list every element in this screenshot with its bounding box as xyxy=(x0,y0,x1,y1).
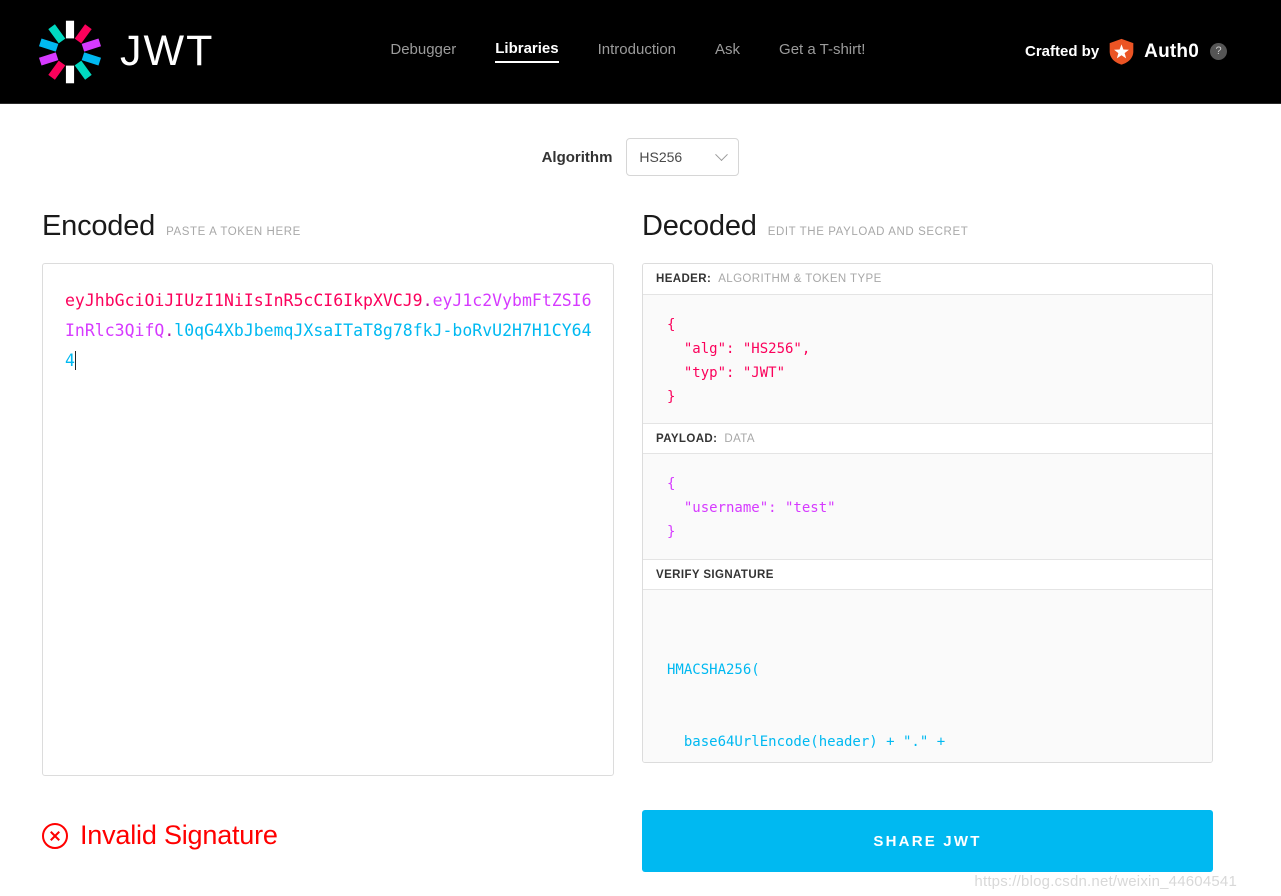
signature-verification-area: HMACSHA256( base64UrlEncode(header) + ".… xyxy=(643,590,1212,762)
nav-item-get-a-t-shirt[interactable]: Get a T-shirt! xyxy=(779,41,865,62)
watermark: https://blog.csdn.net/weixin_44604541 xyxy=(974,873,1237,890)
encoded-token-textarea[interactable]: eyJhbGciOiJIUzI1NiIsInR5cCI6IkpXVCJ9.eyJ… xyxy=(42,263,614,776)
algorithm-selected-value: HS256 xyxy=(639,149,683,165)
auth0-wordmark: Auth0 xyxy=(1144,40,1199,62)
jwt-token-text[interactable]: eyJhbGciOiJIUzI1NiIsInR5cCI6IkpXVCJ9.eyJ… xyxy=(65,286,593,376)
nav-item-introduction[interactable]: Introduction xyxy=(598,41,676,62)
token-separator-2: . xyxy=(164,321,175,340)
header-label-strong: HEADER: xyxy=(656,273,712,285)
encoded-subtitle: PASTE A TOKEN HERE xyxy=(166,226,301,238)
algorithm-label: Algorithm xyxy=(541,148,613,166)
signature-line-2: base64UrlEncode(header) + "." + xyxy=(667,734,946,750)
brand-logo[interactable]: JWT xyxy=(36,18,214,86)
header-section-label: HEADER: ALGORITHM & TOKEN TYPE xyxy=(643,264,1212,295)
algorithm-select[interactable]: HS256 xyxy=(626,138,740,176)
circle-x-icon xyxy=(42,822,68,849)
decoded-heading: Decoded EDIT THE PAYLOAD AND SECRET xyxy=(642,210,1213,246)
signature-line-1: HMACSHA256( xyxy=(667,662,760,678)
algorithm-selector-row: Algorithm HS256 xyxy=(0,138,1281,176)
nav-item-ask[interactable]: Ask xyxy=(715,41,740,62)
crafted-by-auth0[interactable]: Crafted by Auth0 ? xyxy=(1025,38,1257,65)
auth0-shield-icon xyxy=(1108,38,1135,65)
decoded-panel: HEADER: ALGORITHM & TOKEN TYPE { "alg": … xyxy=(642,263,1213,763)
status-badge: Invalid Signature xyxy=(80,820,278,850)
share-jwt-button[interactable]: SHARE JWT xyxy=(642,810,1213,872)
crafted-by-label: Crafted by xyxy=(1024,43,1100,60)
header-json-editor[interactable]: { "alg": "HS256", "typ": "JWT" } xyxy=(643,295,1212,423)
decoded-title: Decoded xyxy=(642,210,757,242)
token-header-segment: eyJhbGciOiJIUzI1NiIsInR5cCI6IkpXVCJ9 xyxy=(65,291,423,310)
decoded-column: Decoded EDIT THE PAYLOAD AND SECRET HEAD… xyxy=(642,210,1213,776)
token-separator-1: . xyxy=(422,291,433,310)
signature-label-strong: VERIFY SIGNATURE xyxy=(656,568,774,581)
question-mark-icon[interactable]: ? xyxy=(1210,43,1227,60)
main-navigation: Debugger Libraries Introduction Ask Get … xyxy=(390,40,865,63)
payload-label-muted: DATA xyxy=(724,432,755,445)
encoded-heading: Encoded PASTE A TOKEN HERE xyxy=(42,210,614,246)
encoded-column: Encoded PASTE A TOKEN HERE eyJhbGciOiJIU… xyxy=(42,210,614,776)
nav-item-debugger[interactable]: Debugger xyxy=(390,41,456,62)
site-header: JWT Debugger Libraries Introduction Ask … xyxy=(0,0,1281,104)
header-label-muted: ALGORITHM & TOKEN TYPE xyxy=(718,273,882,285)
payload-label-strong: PAYLOAD: xyxy=(656,432,718,445)
payload-json-editor[interactable]: { "username": "test" } xyxy=(643,454,1212,559)
encoded-title: Encoded xyxy=(42,210,156,242)
signature-section-label: VERIFY SIGNATURE xyxy=(643,559,1212,590)
footer-row: Invalid Signature SHARE JWT xyxy=(0,810,1281,872)
payload-section-label: PAYLOAD: DATA xyxy=(643,423,1212,454)
debugger-main: Encoded PASTE A TOKEN HERE eyJhbGciOiJIU… xyxy=(0,210,1281,776)
jwt-burst-logo-icon xyxy=(36,18,104,86)
nav-item-libraries[interactable]: Libraries xyxy=(495,40,559,63)
brand-wordmark: JWT xyxy=(120,27,215,75)
signature-status: Invalid Signature xyxy=(42,810,614,851)
text-cursor xyxy=(74,351,76,370)
decoded-subtitle: EDIT THE PAYLOAD AND SECRET xyxy=(767,226,969,238)
chevron-down-icon xyxy=(715,147,729,161)
